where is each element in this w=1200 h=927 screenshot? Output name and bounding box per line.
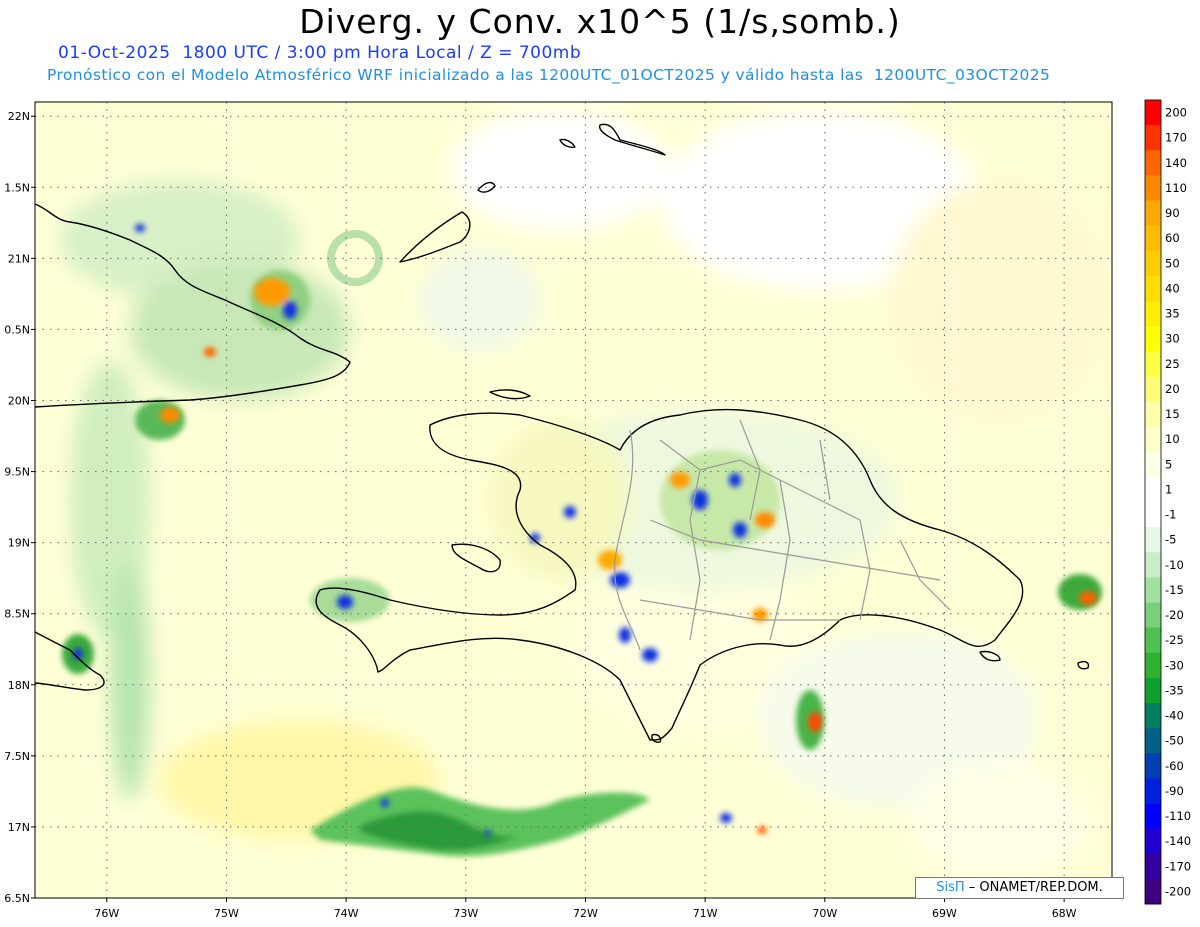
colorbar-swatch xyxy=(1145,652,1161,679)
colorbar-swatch xyxy=(1145,150,1161,176)
credit-organization: – ONAMET/REP.DOM. xyxy=(968,880,1103,895)
colorbar-swatch xyxy=(1145,778,1161,804)
lat-label: 7.5N xyxy=(4,750,30,763)
colorbar-label: 15 xyxy=(1165,407,1180,421)
colorbar-swatch xyxy=(1145,828,1161,855)
colorbar-swatch xyxy=(1145,100,1161,126)
colorbar-swatch xyxy=(1145,200,1161,227)
colorbar-label: -5 xyxy=(1165,533,1176,547)
colorbar-swatch xyxy=(1145,476,1161,503)
latitude-labels: 22N 1.5N 21N 0.5N 20N 9.5N 19N 8.5N 18N 7.5N 17N 6.… xyxy=(4,110,35,905)
lon-label: 68W xyxy=(1052,907,1077,920)
colorbar-label: -10 xyxy=(1165,558,1184,572)
colorbar-swatch xyxy=(1145,703,1161,729)
colorbar-swatch xyxy=(1145,326,1161,352)
colorbar-swatch xyxy=(1145,301,1161,327)
colorbar-label: 60 xyxy=(1165,231,1180,245)
colorbar-label: 170 xyxy=(1165,131,1187,145)
colorbar-label: -90 xyxy=(1165,784,1184,798)
lon-label: 73W xyxy=(453,907,478,920)
colorbar-swatch xyxy=(1145,275,1161,302)
lon-label: 71W xyxy=(693,907,718,920)
colorbar-swatch xyxy=(1145,753,1161,779)
colorbar-swatch xyxy=(1145,602,1161,629)
colorbar-label: -40 xyxy=(1165,709,1184,723)
colorbar-label: 25 xyxy=(1165,357,1180,371)
colorbar-label: -15 xyxy=(1165,583,1184,597)
colorbar-label: 50 xyxy=(1165,256,1180,270)
colorbar-label: 90 xyxy=(1165,206,1180,220)
colorbar: 200 170 140 110 90 60 50 40 35 30 25 20 15 10 5 1 -1 -5 -1… xyxy=(1144,99,1191,905)
colorbar-label: 110 xyxy=(1165,181,1187,195)
lat-label: 21N xyxy=(8,252,30,265)
colorbar-label: -35 xyxy=(1165,683,1184,697)
lat-label: 20N xyxy=(8,395,30,408)
colorbar-swatch xyxy=(1145,552,1161,578)
colorbar-label: -30 xyxy=(1165,658,1184,672)
colorbar-swatch xyxy=(1145,225,1161,252)
lon-label: 76W xyxy=(94,907,119,920)
colorbar-swatch xyxy=(1145,728,1161,754)
colorbar-swatch xyxy=(1145,175,1161,201)
colorbar-label: 200 xyxy=(1165,106,1187,120)
colorbar-swatch xyxy=(1145,878,1161,905)
lat-label: 18N xyxy=(8,679,30,692)
colorbar-swatch xyxy=(1145,803,1161,830)
colorbar-label: -200 xyxy=(1165,884,1191,898)
colorbar-label: -20 xyxy=(1165,608,1184,622)
longitude-labels: 76W 75W 74W 73W 72W 71W 70W 69W 68W xyxy=(94,898,1077,920)
colorbar-label: 20 xyxy=(1165,382,1180,396)
colorbar-swatch xyxy=(1145,351,1161,377)
colorbar-label: 40 xyxy=(1165,281,1180,295)
colorbar-label: 10 xyxy=(1165,432,1180,446)
colorbar-swatch xyxy=(1145,426,1161,453)
lon-label: 70W xyxy=(812,907,837,920)
colorbar-swatch xyxy=(1145,502,1161,528)
colorbar-swatch xyxy=(1145,527,1161,553)
lon-label: 72W xyxy=(573,907,598,920)
lat-label: 9.5N xyxy=(4,466,30,479)
lat-label: 19N xyxy=(8,537,30,550)
colorbar-label: -110 xyxy=(1165,809,1191,823)
colorbar-swatch xyxy=(1145,853,1161,880)
lat-label: 22N xyxy=(8,110,30,123)
colorbar-swatch xyxy=(1145,627,1161,654)
lon-label: 74W xyxy=(334,907,359,920)
colorbar-swatch xyxy=(1145,376,1161,402)
colorbar-swatch xyxy=(1145,677,1161,704)
lat-label: 17N xyxy=(8,821,30,834)
forecast-map: 22N 1.5N 21N 0.5N 20N 9.5N 19N 8.5N 18N 7.5N 17N 6.… xyxy=(4,99,1191,920)
colorbar-label: -50 xyxy=(1165,734,1184,748)
lat-label: 0.5N xyxy=(4,323,30,336)
lat-label: 1.5N xyxy=(4,181,30,194)
colorbar-label: -140 xyxy=(1165,834,1191,848)
sispi-logo-text: SisΠ xyxy=(936,880,965,895)
colorbar-label: 5 xyxy=(1165,457,1172,471)
colorbar-label: 140 xyxy=(1165,156,1187,170)
credit-box: SisΠ – ONAMET/REP.DOM. xyxy=(915,877,1124,899)
colorbar-label: -60 xyxy=(1165,759,1184,773)
colorbar-label: -25 xyxy=(1165,633,1184,647)
divergence-field xyxy=(35,102,1112,898)
colorbar-label: 30 xyxy=(1165,332,1180,346)
colorbar-label: 1 xyxy=(1165,482,1172,496)
colorbar-swatch xyxy=(1145,577,1161,603)
colorbar-swatch xyxy=(1145,125,1161,151)
colorbar-swatch xyxy=(1145,250,1161,277)
colorbar-label: 35 xyxy=(1165,307,1180,321)
lon-label: 75W xyxy=(214,907,239,920)
lat-label: 6.5N xyxy=(4,892,30,905)
lat-label: 8.5N xyxy=(4,608,30,621)
colorbar-label: -1 xyxy=(1165,508,1176,522)
colorbar-swatch xyxy=(1145,451,1161,478)
colorbar-swatch xyxy=(1145,401,1161,428)
lon-label: 69W xyxy=(932,907,957,920)
colorbar-label: -170 xyxy=(1165,859,1191,873)
